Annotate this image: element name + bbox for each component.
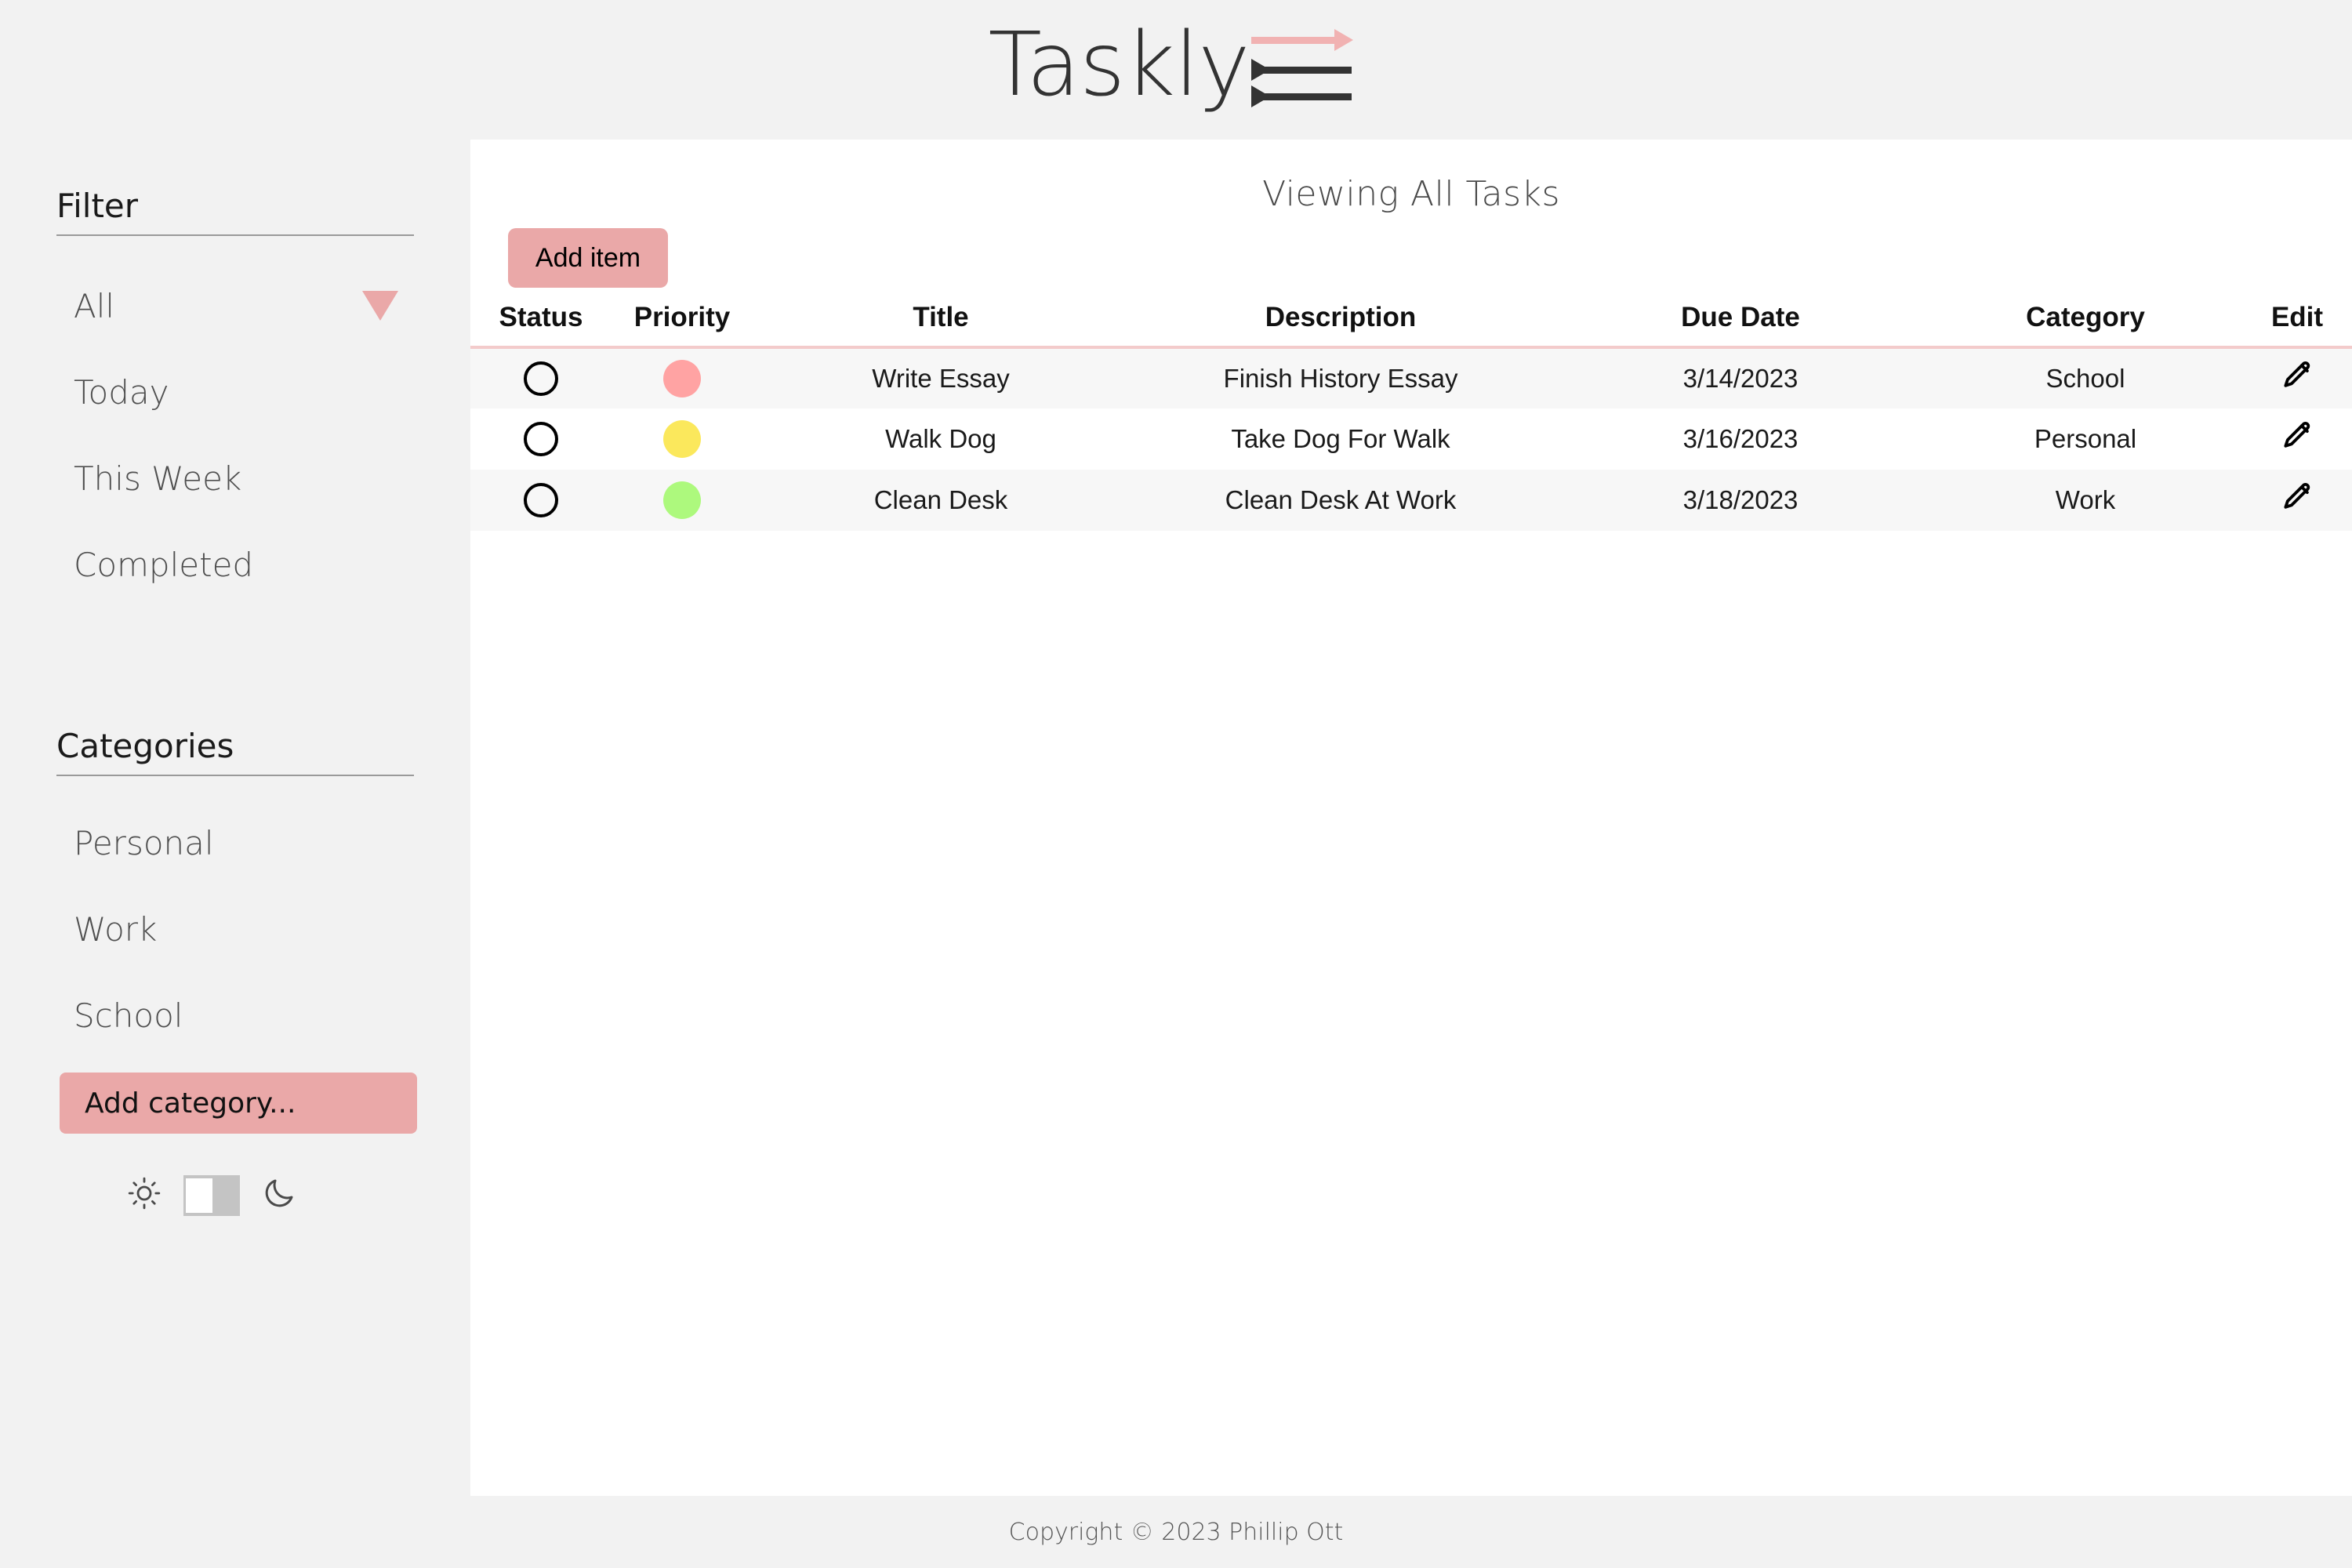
filter-label-today: Today bbox=[74, 372, 169, 412]
sidebar: Filter All Today This Week Completed Cat… bbox=[0, 140, 470, 1496]
table-row: Clean Desk Clean Desk At Work 3/18/2023 … bbox=[470, 470, 2352, 531]
categories-list: Personal Work School bbox=[0, 800, 470, 1058]
task-category: Work bbox=[1929, 470, 2242, 531]
task-title: Walk Dog bbox=[753, 408, 1129, 470]
copyright-text: Copyright © 2023 Phillip Ott bbox=[1008, 1518, 1344, 1546]
status-checkbox[interactable] bbox=[524, 422, 558, 456]
priority-cell bbox=[612, 408, 753, 470]
column-header-description: Description bbox=[1129, 302, 1552, 349]
task-due-date: 3/14/2023 bbox=[1552, 347, 1929, 408]
filter-divider bbox=[56, 234, 414, 236]
task-category: School bbox=[1929, 347, 2242, 408]
filter-section: Filter All Today This Week Completed bbox=[0, 187, 470, 608]
edit-cell[interactable] bbox=[2242, 347, 2352, 408]
logo-triangle-right-icon bbox=[1334, 29, 1353, 51]
categories-section: Categories Personal Work School Add cate… bbox=[0, 727, 470, 1134]
edit-cell[interactable] bbox=[2242, 408, 2352, 470]
status-cell bbox=[470, 470, 612, 531]
sun-icon bbox=[125, 1174, 163, 1216]
filter-list: All Today This Week Completed bbox=[0, 263, 470, 608]
app-logo: Taskly bbox=[988, 14, 1353, 116]
theme-toggle-knob bbox=[186, 1178, 212, 1213]
task-description: Finish History Essay bbox=[1129, 347, 1552, 408]
filter-label-this-week: This Week bbox=[74, 459, 242, 498]
table-header-row: Status Priority Title Description Due Da… bbox=[470, 302, 2352, 349]
status-cell bbox=[470, 347, 612, 408]
pencil-icon bbox=[2284, 421, 2310, 448]
category-label-school: School bbox=[74, 996, 183, 1035]
add-category-placeholder: Add category... bbox=[85, 1087, 296, 1120]
priority-dot[interactable] bbox=[663, 481, 701, 519]
sidebar-item-all[interactable]: All bbox=[0, 263, 470, 349]
column-header-title: Title bbox=[753, 302, 1129, 349]
task-due-date: 3/18/2023 bbox=[1552, 470, 1929, 531]
logo-line-dark-2 bbox=[1261, 93, 1352, 100]
task-category: Personal bbox=[1929, 408, 2242, 470]
task-table: Status Priority Title Description Due Da… bbox=[470, 302, 2352, 531]
category-label-work: Work bbox=[74, 909, 158, 949]
filter-label-completed: Completed bbox=[74, 545, 254, 584]
task-due-date: 3/16/2023 bbox=[1552, 408, 1929, 470]
column-header-edit: Edit bbox=[2242, 302, 2352, 349]
sidebar-item-personal[interactable]: Personal bbox=[0, 800, 470, 886]
filter-label-all: All bbox=[74, 286, 115, 325]
pencil-icon bbox=[2284, 482, 2310, 509]
categories-heading: Categories bbox=[56, 727, 234, 765]
app-footer: Copyright © 2023 Phillip Ott bbox=[0, 1496, 2352, 1568]
column-header-priority: Priority bbox=[612, 302, 753, 349]
edit-cell[interactable] bbox=[2242, 470, 2352, 531]
column-header-status: Status bbox=[470, 302, 612, 349]
task-description: Take Dog For Walk bbox=[1129, 408, 1552, 470]
theme-toggle-switch[interactable] bbox=[183, 1174, 240, 1216]
sidebar-item-today[interactable]: Today bbox=[0, 349, 470, 435]
column-header-category: Category bbox=[1929, 302, 2242, 349]
page-title: Viewing All Tasks bbox=[1262, 174, 1560, 214]
categories-divider bbox=[56, 775, 414, 776]
task-description: Clean Desk At Work bbox=[1129, 470, 1552, 531]
filter-heading: Filter bbox=[56, 187, 139, 225]
status-cell bbox=[470, 408, 612, 470]
column-header-due-date: Due Date bbox=[1552, 302, 1929, 349]
sidebar-item-work[interactable]: Work bbox=[0, 886, 470, 972]
add-category-input[interactable]: Add category... bbox=[60, 1073, 417, 1134]
active-filter-triangle-icon bbox=[362, 291, 398, 321]
task-title: Clean Desk bbox=[753, 470, 1129, 531]
category-label-personal: Personal bbox=[74, 823, 214, 862]
task-table-body: Write Essay Finish History Essay 3/14/20… bbox=[470, 347, 2352, 531]
table-row: Walk Dog Take Dog For Walk 3/16/2023 Per… bbox=[470, 408, 2352, 470]
app-root: Taskly Filter All Today This Week Comple… bbox=[0, 0, 2352, 1568]
sidebar-item-completed[interactable]: Completed bbox=[0, 521, 470, 608]
moon-icon bbox=[260, 1174, 298, 1216]
theme-toggle-row bbox=[125, 1174, 470, 1216]
main-panel: Viewing All Tasks Add item Status Priori… bbox=[470, 140, 2352, 1496]
priority-dot[interactable] bbox=[663, 360, 701, 397]
sidebar-item-this-week[interactable]: This Week bbox=[0, 435, 470, 521]
logo-line-dark-1 bbox=[1261, 67, 1352, 74]
status-checkbox[interactable] bbox=[524, 483, 558, 517]
task-title: Write Essay bbox=[753, 347, 1129, 408]
add-item-button[interactable]: Add item bbox=[508, 228, 668, 288]
status-checkbox[interactable] bbox=[524, 361, 558, 396]
priority-dot[interactable] bbox=[663, 420, 701, 458]
logo-triangle-left-icon-1 bbox=[1250, 59, 1270, 81]
logo-triangle-left-icon-2 bbox=[1250, 85, 1270, 107]
app-header: Taskly bbox=[0, 0, 2352, 140]
priority-cell bbox=[612, 470, 753, 531]
table-row: Write Essay Finish History Essay 3/14/20… bbox=[470, 347, 2352, 408]
logo-line-pink bbox=[1250, 37, 1341, 44]
priority-cell bbox=[612, 347, 753, 408]
logo-lines-icon bbox=[1250, 26, 1353, 107]
pencil-icon bbox=[2284, 361, 2310, 387]
task-table-head: Status Priority Title Description Due Da… bbox=[470, 302, 2352, 349]
logo-wordmark: Taskly bbox=[988, 14, 1250, 116]
sidebar-item-school[interactable]: School bbox=[0, 972, 470, 1058]
